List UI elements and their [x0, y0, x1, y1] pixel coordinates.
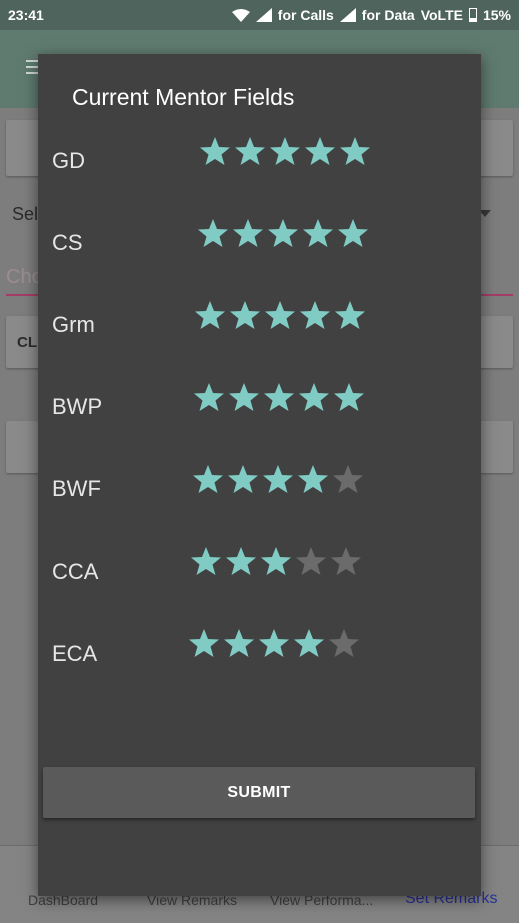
- star-filled-icon[interactable]: [199, 136, 231, 166]
- star-filled-icon[interactable]: [197, 218, 229, 248]
- field-label-eca: ECA: [52, 641, 98, 666]
- star-filled-icon[interactable]: [339, 136, 371, 166]
- star-filled-icon[interactable]: [190, 546, 222, 576]
- star-filled-icon[interactable]: [333, 382, 365, 412]
- star-filled-icon[interactable]: [297, 464, 329, 494]
- star-filled-icon[interactable]: [193, 382, 225, 412]
- wifi-icon: [231, 8, 250, 22]
- data-label: for Data: [361, 7, 415, 23]
- field-label-bwp: BWP: [52, 394, 103, 419]
- star-filled-icon[interactable]: [264, 300, 296, 330]
- star-empty-icon[interactable]: [332, 464, 364, 494]
- star-filled-icon[interactable]: [234, 136, 266, 166]
- star-filled-icon[interactable]: [304, 136, 336, 166]
- star-filled-icon[interactable]: [293, 628, 325, 658]
- field-label-bwf: BWF: [52, 476, 101, 501]
- star-filled-icon[interactable]: [228, 382, 260, 412]
- star-filled-icon[interactable]: [262, 464, 294, 494]
- mentor-fields-dialog: Current Mentor Fields GD CS Grm BWP BWF CCA EC…: [38, 54, 481, 896]
- calls-label: for Calls: [277, 7, 334, 23]
- star-filled-icon[interactable]: [225, 546, 257, 576]
- star-filled-icon[interactable]: [298, 382, 330, 412]
- star-filled-icon[interactable]: [260, 546, 292, 576]
- star-filled-icon[interactable]: [232, 218, 264, 248]
- star-filled-icon[interactable]: [263, 382, 295, 412]
- star-filled-icon[interactable]: [227, 464, 259, 494]
- status-time: 23:41: [8, 7, 44, 23]
- rating-bar-bwf[interactable]: [192, 464, 367, 494]
- star-filled-icon[interactable]: [267, 218, 299, 248]
- star-empty-icon[interactable]: [328, 628, 360, 658]
- background-select: Sel: [12, 204, 39, 224]
- battery-percent: 15%: [482, 7, 511, 23]
- rating-bar-cs[interactable]: [197, 218, 372, 248]
- star-filled-icon[interactable]: [337, 218, 369, 248]
- rating-bar-grm[interactable]: [194, 300, 369, 330]
- star-filled-icon[interactable]: [194, 300, 226, 330]
- star-filled-icon[interactable]: [229, 300, 261, 330]
- field-label-cs: CS: [52, 230, 83, 255]
- battery-icon: [468, 8, 477, 22]
- star-filled-icon[interactable]: [258, 628, 290, 658]
- dialog-title: Current Mentor Fields: [72, 84, 295, 110]
- field-label-grm: Grm: [52, 312, 95, 337]
- rating-bar-cca[interactable]: [190, 546, 365, 576]
- star-filled-icon[interactable]: [188, 628, 220, 658]
- network-type: VoLTE: [420, 7, 463, 23]
- status-bar: 23:41 for Calls for Data VoLTE 15%: [0, 0, 519, 30]
- star-filled-icon[interactable]: [302, 218, 334, 248]
- star-filled-icon[interactable]: [192, 464, 224, 494]
- signal-icon: [339, 8, 356, 22]
- rating-bar-gd[interactable]: [199, 136, 374, 166]
- field-label-gd: GD: [52, 148, 85, 173]
- star-empty-icon[interactable]: [330, 546, 362, 576]
- star-filled-icon[interactable]: [269, 136, 301, 166]
- rating-bar-eca[interactable]: [188, 628, 363, 658]
- star-filled-icon[interactable]: [223, 628, 255, 658]
- background-card-text: CL: [17, 334, 37, 351]
- star-filled-icon[interactable]: [334, 300, 366, 330]
- status-indicators: for Calls for Data VoLTE 15%: [231, 7, 511, 23]
- rating-bar-bwp[interactable]: [193, 382, 368, 412]
- field-label-cca: CCA: [52, 559, 99, 584]
- submit-button[interactable]: SUBMIT: [43, 767, 475, 818]
- star-empty-icon[interactable]: [295, 546, 327, 576]
- signal-icon: [255, 8, 272, 22]
- star-filled-icon[interactable]: [299, 300, 331, 330]
